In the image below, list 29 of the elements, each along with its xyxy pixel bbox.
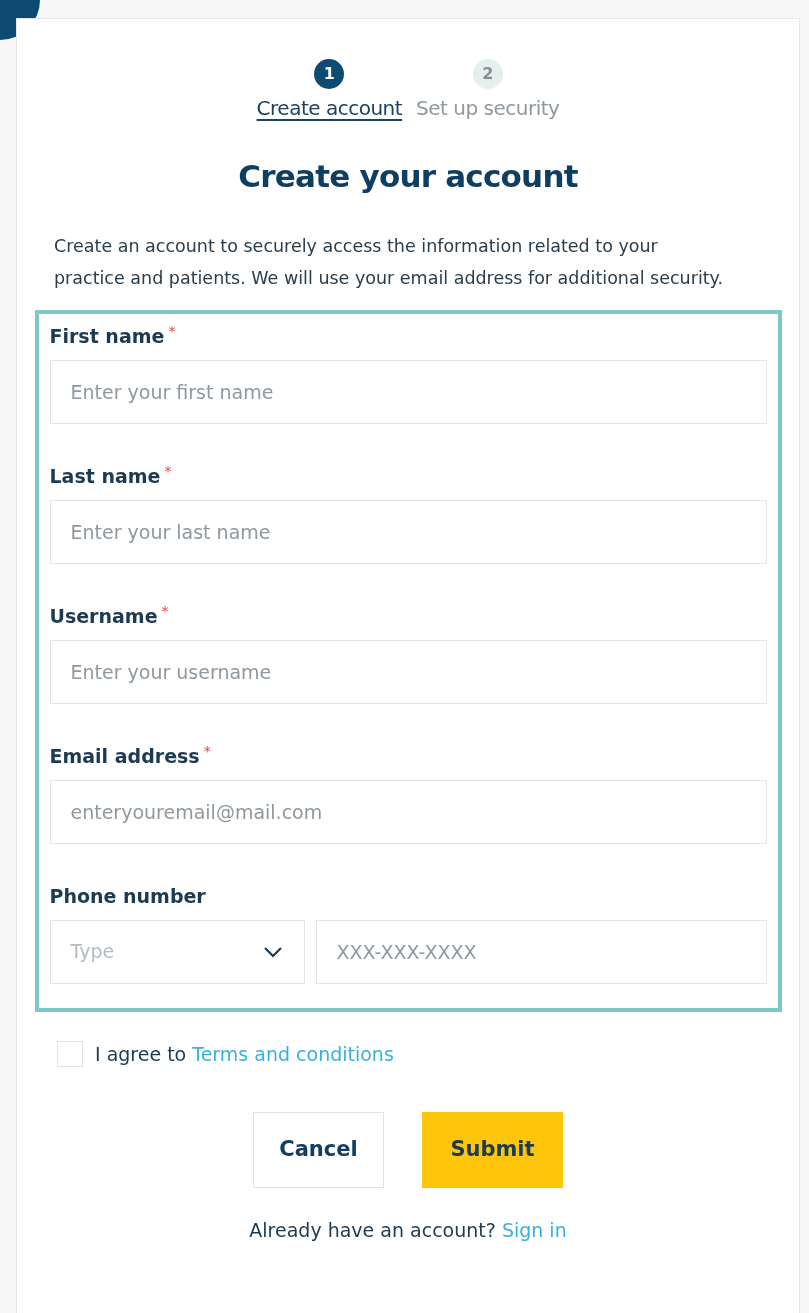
field-label: Phone number (49, 883, 206, 909)
chevron-down-icon (261, 944, 284, 959)
text-input[interactable]: enteryouremail@mail.com (49, 779, 767, 844)
cancel-button[interactable]: Cancel (253, 1112, 384, 1188)
terms-link[interactable]: Terms and conditions (192, 1042, 394, 1065)
field-label: Last name (49, 463, 161, 489)
signin-prompt: Already have an account? (249, 1219, 496, 1241)
phone-type-select[interactable]: Type (49, 919, 305, 984)
intro-text: Create an account to securely access the information related to your practice and patients. We will use your email address for additional security. (54, 234, 725, 290)
required-mark: * (168, 321, 176, 340)
required-mark: * (161, 601, 169, 620)
field-label: First name (49, 323, 165, 349)
page-title: Create your account (238, 157, 578, 196)
step-tab[interactable]: Set up security (416, 93, 560, 123)
text-input[interactable]: Enter your username (49, 639, 767, 704)
step-number: 2 (472, 59, 503, 89)
phone-input[interactable]: XXX-XXX-XXXX (315, 919, 767, 984)
signin-link[interactable]: Sign in (501, 1219, 567, 1241)
field-label: Username (49, 603, 158, 629)
required-mark: * (203, 741, 211, 760)
agree-text: I agree to (95, 1042, 187, 1065)
text-input[interactable]: Enter your first name (49, 359, 767, 424)
step-tab[interactable]: Create account (256, 93, 403, 123)
field-label: Email address (49, 743, 200, 769)
required-mark: * (164, 461, 172, 480)
submit-button[interactable]: Submit (422, 1112, 563, 1188)
agree-checkbox[interactable] (57, 1040, 83, 1067)
text-input[interactable]: Enter your last name (49, 499, 767, 564)
step-number: 1 (314, 59, 345, 89)
